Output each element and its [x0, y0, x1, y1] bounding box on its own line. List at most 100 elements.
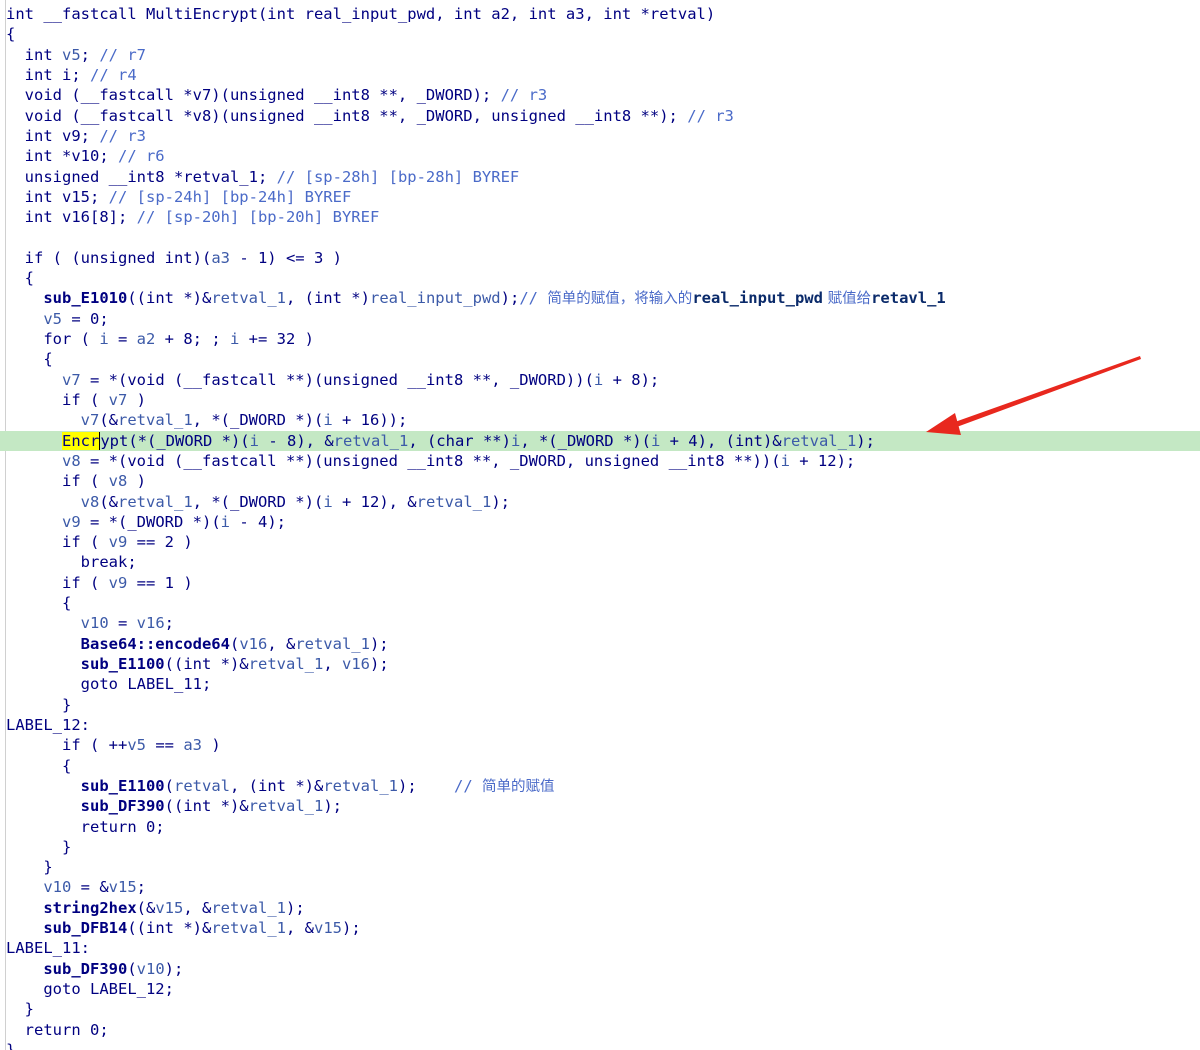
code-line[interactable]: v10 = &v15;: [0, 877, 1200, 897]
code-line[interactable]: sub_DF390(v10);: [0, 959, 1200, 979]
code-token[interactable]: sub_DFB14: [43, 919, 127, 937]
code-token[interactable]: i: [781, 452, 790, 470]
code-token[interactable]: retval_1: [249, 797, 324, 815]
code-token[interactable]: sub_E1100: [81, 655, 165, 673]
code-token[interactable]: v10: [137, 960, 165, 978]
code-line[interactable]: goto LABEL_12;: [0, 979, 1200, 999]
code-token[interactable]: v15: [109, 878, 137, 896]
code-line[interactable]: void (__fastcall *v8)(unsigned __int8 **…: [0, 106, 1200, 126]
code-token[interactable]: v15: [314, 919, 342, 937]
code-token[interactable]: retval_1: [249, 655, 324, 673]
code-line[interactable]: int *v10; // r6: [0, 146, 1200, 166]
code-line[interactable]: if ( v9 == 2 ): [0, 532, 1200, 552]
code-line[interactable]: int v5; // r7: [0, 45, 1200, 65]
code-token[interactable]: v10: [43, 878, 71, 896]
code-line[interactable]: if ( (unsigned int)(a3 - 1) <= 3 ): [0, 248, 1200, 268]
code-token[interactable]: i: [250, 432, 259, 450]
code-token[interactable]: Base64::encode64: [81, 635, 230, 653]
code-line[interactable]: }: [0, 837, 1200, 857]
code-line[interactable]: {: [0, 593, 1200, 613]
code-token[interactable]: retval_1: [118, 411, 193, 429]
code-line[interactable]: {: [0, 349, 1200, 369]
code-line[interactable]: for ( i = a2 + 8; ; i += 32 ): [0, 329, 1200, 349]
code-line[interactable]: }: [0, 1040, 1200, 1050]
code-line[interactable]: LABEL_11:: [0, 938, 1200, 958]
code-line[interactable]: {: [0, 268, 1200, 288]
code-token[interactable]: v7: [62, 371, 81, 389]
code-line[interactable]: v5 = 0;: [0, 309, 1200, 329]
code-token[interactable]: retval_1: [323, 777, 398, 795]
code-token[interactable]: v9: [109, 574, 128, 592]
code-area[interactable]: int __fastcall MultiEncrypt(int real_inp…: [0, 4, 1200, 1050]
code-token[interactable]: sub_E1010: [43, 289, 127, 307]
code-line[interactable]: }: [0, 999, 1200, 1019]
code-token[interactable]: v10: [81, 614, 109, 632]
code-line[interactable]: if ( v9 == 1 ): [0, 573, 1200, 593]
code-line[interactable]: int __fastcall MultiEncrypt(int real_inp…: [0, 4, 1200, 24]
code-token[interactable]: v8: [62, 452, 81, 470]
code-token[interactable]: string2hex: [43, 899, 136, 917]
code-token[interactable]: i: [230, 330, 239, 348]
code-line[interactable]: v8 = *(void (__fastcall **)(unsigned __i…: [0, 451, 1200, 471]
code-line[interactable]: sub_E1100(retval, (int *)&retval_1); // …: [0, 776, 1200, 796]
code-line[interactable]: v7(&retval_1, *(_DWORD *)(i + 16));: [0, 410, 1200, 430]
code-line[interactable]: if ( ++v5 == a3 ): [0, 735, 1200, 755]
code-token[interactable]: v16: [239, 635, 267, 653]
code-line[interactable]: break;: [0, 552, 1200, 572]
code-token[interactable]: i: [323, 493, 332, 511]
code-token[interactable]: retval_1: [295, 635, 370, 653]
code-token[interactable]: retval_1: [417, 493, 492, 511]
code-line[interactable]: return 0;: [0, 817, 1200, 837]
code-line[interactable]: [0, 227, 1200, 247]
code-token[interactable]: retval: [174, 777, 230, 795]
code-line[interactable]: string2hex(&v15, &retval_1);: [0, 898, 1200, 918]
code-token[interactable]: i: [651, 432, 660, 450]
code-token[interactable]: retval_1: [782, 432, 857, 450]
code-token[interactable]: i: [221, 513, 230, 531]
code-line[interactable]: goto LABEL_11;: [0, 674, 1200, 694]
code-token[interactable]: v16: [137, 614, 165, 632]
code-token[interactable]: i: [594, 371, 603, 389]
code-token[interactable]: sub_DF390: [43, 960, 127, 978]
current-code-line[interactable]: Encrypt(*(_DWORD *)(i - 8), &retval_1, (…: [0, 430, 1200, 451]
code-token[interactable]: v5: [62, 46, 81, 64]
code-line[interactable]: {: [0, 756, 1200, 776]
code-token[interactable]: v5: [43, 310, 62, 328]
code-token[interactable]: sub_DF390: [81, 797, 165, 815]
code-token[interactable]: real_input_pwd: [370, 289, 501, 307]
code-line[interactable]: return 0;: [0, 1020, 1200, 1040]
code-token[interactable]: retval_1: [118, 493, 193, 511]
code-line[interactable]: sub_E1100((int *)&retval_1, v16);: [0, 654, 1200, 674]
code-token[interactable]: v5: [127, 736, 146, 754]
code-line[interactable]: v8(&retval_1, *(_DWORD *)(i + 12), &retv…: [0, 492, 1200, 512]
code-line[interactable]: {: [0, 24, 1200, 44]
code-line[interactable]: int v9; // r3: [0, 126, 1200, 146]
code-token[interactable]: retval_1: [334, 432, 409, 450]
code-line[interactable]: }: [0, 857, 1200, 877]
code-token[interactable]: v8: [81, 493, 100, 511]
code-line[interactable]: v7 = *(void (__fastcall **)(unsigned __i…: [0, 370, 1200, 390]
code-line[interactable]: LABEL_12:: [0, 715, 1200, 735]
code-line[interactable]: int i; // r4: [0, 65, 1200, 85]
code-line[interactable]: sub_DF390((int *)&retval_1);: [0, 796, 1200, 816]
code-line[interactable]: unsigned __int8 *retval_1; // [sp-28h] […: [0, 167, 1200, 187]
code-token[interactable]: a3: [211, 249, 230, 267]
code-line[interactable]: sub_E1010((int *)&retval_1, (int *)real_…: [0, 288, 1200, 308]
code-token[interactable]: v9: [109, 533, 128, 551]
code-token[interactable]: v16: [342, 655, 370, 673]
code-token[interactable]: sub_E1100: [81, 777, 165, 795]
pseudocode-editor[interactable]: int __fastcall MultiEncrypt(int real_inp…: [0, 0, 1200, 1050]
code-token[interactable]: v15: [155, 899, 183, 917]
code-line[interactable]: }: [0, 695, 1200, 715]
code-line[interactable]: Base64::encode64(v16, &retval_1);: [0, 634, 1200, 654]
code-line[interactable]: int v15; // [sp-24h] [bp-24h] BYREF: [0, 187, 1200, 207]
code-token[interactable]: retval_1: [211, 289, 286, 307]
code-token[interactable]: v8: [109, 472, 128, 490]
code-line[interactable]: void (__fastcall *v7)(unsigned __int8 **…: [0, 85, 1200, 105]
code-line[interactable]: int v16[8]; // [sp-20h] [bp-20h] BYREF: [0, 207, 1200, 227]
code-token[interactable]: i: [323, 411, 332, 429]
code-token[interactable]: i: [99, 330, 108, 348]
code-token[interactable]: v7: [109, 391, 128, 409]
code-token[interactable]: v7: [81, 411, 100, 429]
code-token[interactable]: v9: [62, 513, 81, 531]
